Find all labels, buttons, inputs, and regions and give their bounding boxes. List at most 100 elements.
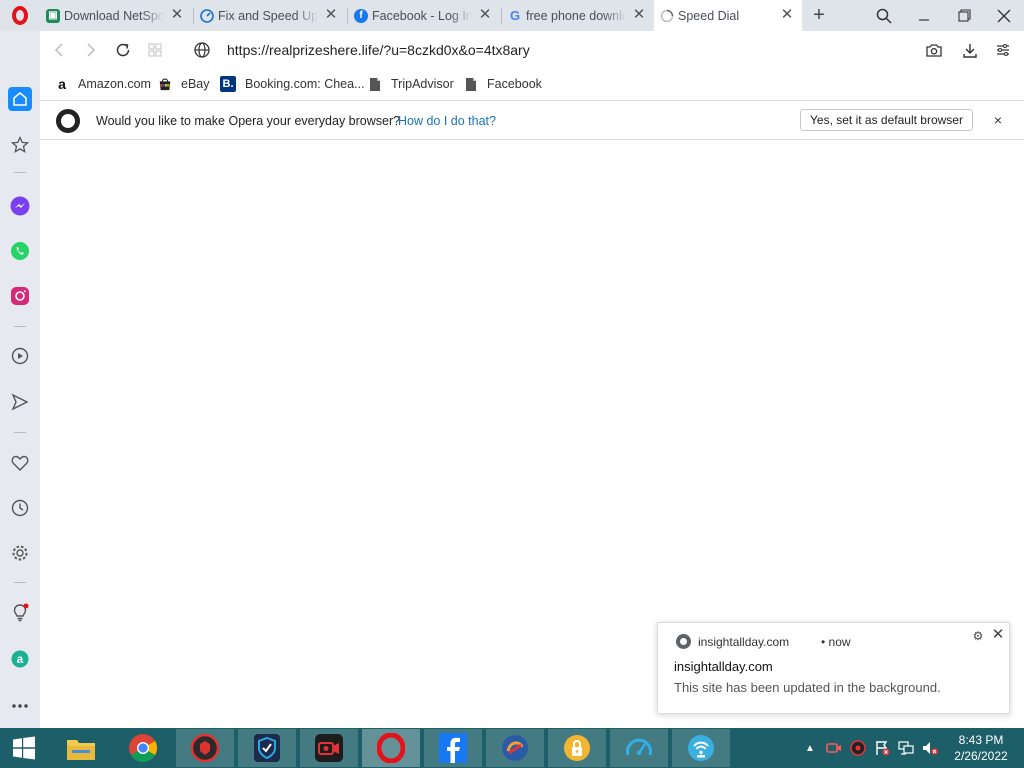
start-button[interactable] (0, 728, 48, 768)
tab-speed-dial[interactable]: Speed Dial ✕ (654, 0, 802, 31)
sidebar-item-player[interactable] (8, 344, 32, 368)
sidebar-divider (14, 432, 26, 433)
file-explorer-icon (67, 740, 95, 760)
settings-icon (12, 545, 28, 561)
easy-setup-button[interactable] (992, 39, 1014, 61)
tab-fix-and-speed-up[interactable]: Fix and Speed Up ✕ (194, 0, 346, 31)
restore-button[interactable] (944, 0, 984, 31)
sidebar-item-instagram[interactable] (8, 284, 32, 308)
tab-close-icon[interactable]: ✕ (324, 7, 338, 23)
grid-icon (148, 43, 162, 57)
tray-defender[interactable] (874, 740, 890, 756)
taskbar-opera[interactable] (362, 729, 420, 767)
taskbar-security-app[interactable] (176, 729, 234, 767)
bookmark-label: Amazon.com (78, 77, 151, 91)
minimize-icon (919, 18, 929, 21)
sidebar-item-pinboards[interactable] (8, 451, 32, 475)
taskbar-wifi-app[interactable] (672, 729, 730, 767)
bookmark-facebook[interactable]: Facebook (464, 75, 542, 93)
site-info-button[interactable] (191, 39, 213, 61)
player-icon (11, 347, 29, 365)
chevron-up-icon: ▲ (805, 742, 815, 754)
speed-dial-grid-button[interactable] (144, 39, 166, 61)
taskbar-speed-test[interactable] (610, 729, 668, 767)
search-tabs-button[interactable] (864, 0, 904, 31)
more-icon (12, 704, 28, 708)
tray-security[interactable] (850, 740, 866, 756)
bookmark-label: Facebook (487, 77, 542, 91)
chevron-right-icon (87, 43, 96, 57)
web-notification-toast[interactable]: insightallday.com • now ⚙ ✕ insightallda… (657, 622, 1010, 714)
tab-download-netspot[interactable]: ▣ Download NetSpot ✕ (40, 0, 192, 31)
downloads-button[interactable] (959, 39, 981, 61)
back-button[interactable] (48, 39, 70, 61)
camera-icon (926, 44, 942, 57)
lightbulb-icon (13, 603, 29, 622)
taskbar-facebook[interactable] (424, 729, 482, 767)
opera-sidebar: a (0, 31, 40, 728)
aria-icon: a (11, 650, 29, 668)
tray-volume[interactable] (922, 740, 938, 756)
reload-button[interactable] (112, 39, 134, 61)
sidebar-item-history[interactable] (8, 496, 32, 520)
new-tab-button[interactable]: + (808, 4, 830, 26)
minimize-button[interactable] (904, 0, 944, 31)
tab-close-icon[interactable]: ✕ (170, 7, 184, 23)
windows-logo-icon (13, 736, 35, 760)
instagram-icon (11, 287, 29, 305)
sidebar-item-tips[interactable] (8, 601, 32, 625)
taskbar-chrome[interactable] (114, 729, 172, 767)
sidebar-item-messenger[interactable] (8, 194, 32, 218)
tab-close-icon[interactable]: ✕ (478, 7, 492, 23)
sidebar-item-home[interactable] (8, 87, 32, 111)
notification-body: This site has been updated in the backgr… (674, 680, 941, 695)
taskbar-password-manager[interactable] (548, 729, 606, 767)
forward-button[interactable] (80, 39, 102, 61)
show-hidden-icons-button[interactable]: ▲ (802, 740, 818, 756)
facebook-icon (439, 733, 467, 763)
taskbar-screen-recorder[interactable] (300, 729, 358, 767)
tab-free-phone-downloads[interactable]: G free phone downloads ✕ (502, 0, 654, 31)
history-icon (11, 499, 29, 517)
notification-settings-button[interactable]: ⚙ (971, 629, 985, 643)
sidebar-item-settings[interactable] (8, 541, 32, 565)
tray-recorder[interactable] (826, 740, 842, 756)
clock-date: 2/26/2022 (954, 749, 1008, 763)
taskbar-file-explorer[interactable] (52, 729, 110, 767)
send-icon (11, 393, 29, 411)
sidebar-item-flow[interactable] (8, 390, 32, 414)
sidebar-item-whatsapp[interactable] (8, 239, 32, 263)
infobar-message: Would you like to make Opera your everyd… (96, 114, 401, 128)
page-icon (464, 76, 478, 92)
sidebar-item-bookmarks[interactable] (8, 133, 32, 157)
bookmark-ebay[interactable]: eBay (158, 75, 210, 93)
taskbar-vpn-shield[interactable] (238, 729, 296, 767)
opera-menu-button[interactable] (0, 0, 40, 31)
tab-close-icon[interactable]: ✕ (632, 7, 646, 23)
whatsapp-icon (11, 242, 29, 260)
taskbar-cleaner[interactable] (486, 729, 544, 767)
sidebar-more-button[interactable] (8, 694, 32, 718)
close-window-button[interactable] (984, 0, 1024, 31)
loading-spinner-icon (660, 9, 674, 23)
address-bar-row: https://realprizeshere.life/?u=8czkd0x&o… (40, 31, 1024, 69)
infobar-help-link[interactable]: How do I do that? (398, 114, 496, 128)
sidebar-item-aria[interactable]: a (8, 647, 32, 671)
bookmarks-bar: a Amazon.com eBay B. Booking.com: Chea..… (40, 69, 1024, 99)
security-tray-icon (850, 740, 866, 756)
network-icon (898, 741, 914, 755)
bookmark-tripadvisor[interactable]: TripAdvisor (368, 75, 454, 93)
tab-facebook-login[interactable]: f Facebook - Log In ✕ (348, 0, 500, 31)
bookmark-amazon[interactable]: a Amazon.com (55, 75, 151, 93)
url-field[interactable]: https://realprizeshere.life/?u=8czkd0x&o… (227, 42, 530, 58)
notification-close-button[interactable]: ✕ (990, 627, 1006, 643)
snapshot-button[interactable] (923, 39, 945, 61)
tab-close-icon[interactable]: ✕ (780, 7, 794, 23)
recorder-tray-icon (826, 743, 841, 753)
tray-network[interactable] (898, 740, 914, 756)
set-default-browser-button[interactable]: Yes, set it as default browser (800, 109, 973, 131)
system-clock[interactable]: 8:43 PM 2/26/2022 (948, 732, 1014, 764)
infobar-close-button[interactable]: × (991, 112, 1005, 128)
booking-icon: B. (220, 76, 236, 92)
bookmark-booking[interactable]: B. Booking.com: Chea... (220, 75, 365, 93)
